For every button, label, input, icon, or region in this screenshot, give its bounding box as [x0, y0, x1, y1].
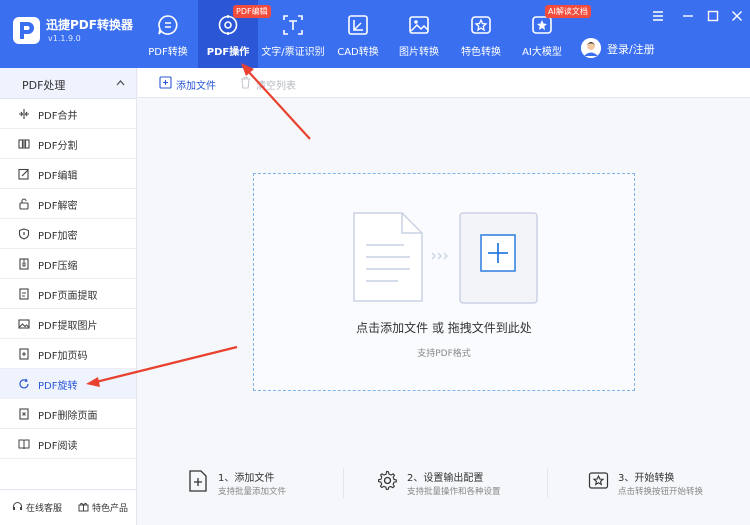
tab-image-convert[interactable]: 图片转换	[391, 0, 447, 68]
step-description: 支持批量操作和各种设置	[407, 487, 501, 497]
merge-icon	[19, 109, 29, 119]
sidebar-item-label: PDF提取图片	[38, 321, 98, 332]
tab-label: 特色转换	[461, 47, 501, 58]
shield-icon	[18, 228, 30, 240]
sidebar-item-label: PDF加密	[38, 231, 78, 242]
sidebar-item-label: PDF解密	[38, 201, 78, 212]
edit-icon	[18, 168, 29, 180]
maximize-icon[interactable]	[705, 8, 721, 24]
app-version: v1.1.9.0	[48, 34, 81, 43]
sidebar-item-compress[interactable]: PDF压缩	[0, 249, 136, 279]
clear-list-label: 清空列表	[256, 81, 296, 92]
tab-feature-convert[interactable]: 特色转换	[453, 0, 509, 68]
tab-label: AI大模型	[522, 47, 562, 58]
top-bar: 迅捷PDF转换器 v1.1.9.0 PDF转换 PDF操作 PDF编辑 文字/票…	[0, 0, 750, 68]
scan-text-icon	[283, 15, 303, 35]
sidebar-item-read[interactable]: PDF阅读	[0, 429, 136, 459]
sidebar-item-split[interactable]: PDF分割	[0, 129, 136, 159]
sidebar-header-label: PDF处理	[22, 79, 66, 92]
chat-bubble-icon	[158, 15, 178, 35]
image-icon	[409, 16, 429, 34]
sidebar-item-edit[interactable]: PDF编辑	[0, 159, 136, 189]
sidebar-item-delete-page[interactable]: PDF删除页面	[0, 399, 136, 429]
minimize-icon[interactable]	[680, 8, 696, 24]
step-title: 1、添加文件	[218, 473, 275, 484]
featured-products-label: 特色产品	[92, 504, 129, 514]
app-logo	[13, 17, 40, 44]
gift-icon	[78, 502, 89, 512]
step-title: 2、设置输出配置	[407, 473, 484, 484]
page-number-icon	[19, 348, 29, 360]
add-file-label: 添加文件	[176, 81, 216, 92]
sidebar-item-image-extract[interactable]: PDF提取图片	[0, 309, 136, 339]
sidebar-item-decrypt[interactable]: PDF解密	[0, 189, 136, 219]
tab-text-recognition[interactable]: 文字/票证识别	[259, 0, 327, 68]
sidebar-item-page-extract[interactable]: PDF页面提取	[0, 279, 136, 309]
star-swap-icon	[471, 16, 491, 34]
tab-pdf-convert[interactable]: PDF转换	[140, 0, 196, 68]
book-icon	[18, 439, 30, 450]
sidebar-item-page-number[interactable]: PDF加页码	[0, 339, 136, 369]
unlock-icon	[19, 198, 29, 210]
sidebar-item-label: PDF页面提取	[38, 291, 98, 302]
login-label: 登录/注册	[607, 43, 655, 56]
sidebar-header[interactable]: PDF处理	[0, 68, 136, 99]
sidebar-item-label: PDF分割	[38, 141, 78, 152]
sidebar-item-merge[interactable]: PDF合并	[0, 99, 136, 129]
ai-doc-badge: AI解读文档	[545, 5, 591, 18]
chevrons-icon	[431, 252, 448, 260]
menu-icon[interactable]	[650, 8, 666, 24]
tab-label: 图片转换	[399, 47, 439, 58]
toolbar: 添加文件 清空列表	[138, 68, 750, 98]
add-file-icon	[159, 76, 172, 89]
user-avatar-icon	[581, 38, 601, 58]
chevron-up-icon[interactable]	[116, 79, 125, 86]
sidebar-item-label: PDF加页码	[38, 351, 88, 362]
step-description: 点击转换按钮开始转换	[618, 487, 704, 497]
sidebar: PDF处理 PDF合并 PDF分割 PDF编辑 PDF解密 PDF加密 PDF压…	[0, 68, 137, 525]
step-divider	[343, 468, 344, 498]
headset-icon	[13, 502, 22, 510]
convert-icon	[588, 472, 609, 489]
step-title: 3、开始转换	[618, 473, 675, 484]
settings-gear-icon	[378, 470, 397, 490]
tab-label: 文字/票证识别	[261, 47, 325, 58]
delete-page-icon	[19, 408, 29, 420]
step-divider	[547, 468, 548, 498]
drop-zone-title: 点击添加文件 或 拖拽文件到此处	[356, 321, 532, 335]
tab-cad-convert[interactable]: CAD转换	[330, 0, 386, 68]
cad-icon	[348, 15, 368, 35]
sidebar-item-label: PDF阅读	[38, 441, 78, 452]
file-drop-zone[interactable]: 点击添加文件 或 拖拽文件到此处 支持PDF格式	[253, 173, 635, 391]
compress-icon	[19, 258, 29, 270]
sidebar-item-rotate[interactable]: PDF旋转	[0, 369, 136, 399]
sidebar-item-label: PDF编辑	[38, 171, 78, 182]
sidebar-item-label: PDF删除页面	[38, 411, 98, 422]
split-icon	[18, 139, 30, 149]
drop-zone-subtitle: 支持PDF格式	[417, 349, 471, 359]
app-name: 迅捷PDF转换器	[46, 18, 133, 32]
tab-label: PDF转换	[148, 47, 188, 58]
sidebar-item-label: PDF合并	[38, 111, 78, 122]
sidebar-item-label: PDF压缩	[38, 261, 78, 272]
avatar	[581, 38, 601, 58]
image-extract-icon	[18, 319, 30, 329]
online-service-label: 在线客服	[26, 504, 63, 514]
close-icon[interactable]	[729, 8, 745, 24]
sidebar-footer: 在线客服 特色产品	[0, 489, 136, 525]
tab-label: PDF操作	[206, 47, 250, 58]
add-box-icon	[459, 212, 538, 304]
trash-icon	[241, 76, 250, 89]
drop-illustration	[353, 212, 538, 304]
rotate-icon	[19, 378, 29, 389]
sidebar-item-label: PDF旋转	[38, 381, 78, 392]
step-description: 支持批量添加文件	[218, 487, 287, 497]
add-file-icon	[189, 470, 207, 492]
tab-label: CAD转换	[337, 47, 379, 58]
logo-p-icon	[20, 22, 34, 39]
page-extract-icon	[19, 288, 29, 300]
document-icon	[353, 212, 423, 302]
sidebar-item-encrypt[interactable]: PDF加密	[0, 219, 136, 249]
